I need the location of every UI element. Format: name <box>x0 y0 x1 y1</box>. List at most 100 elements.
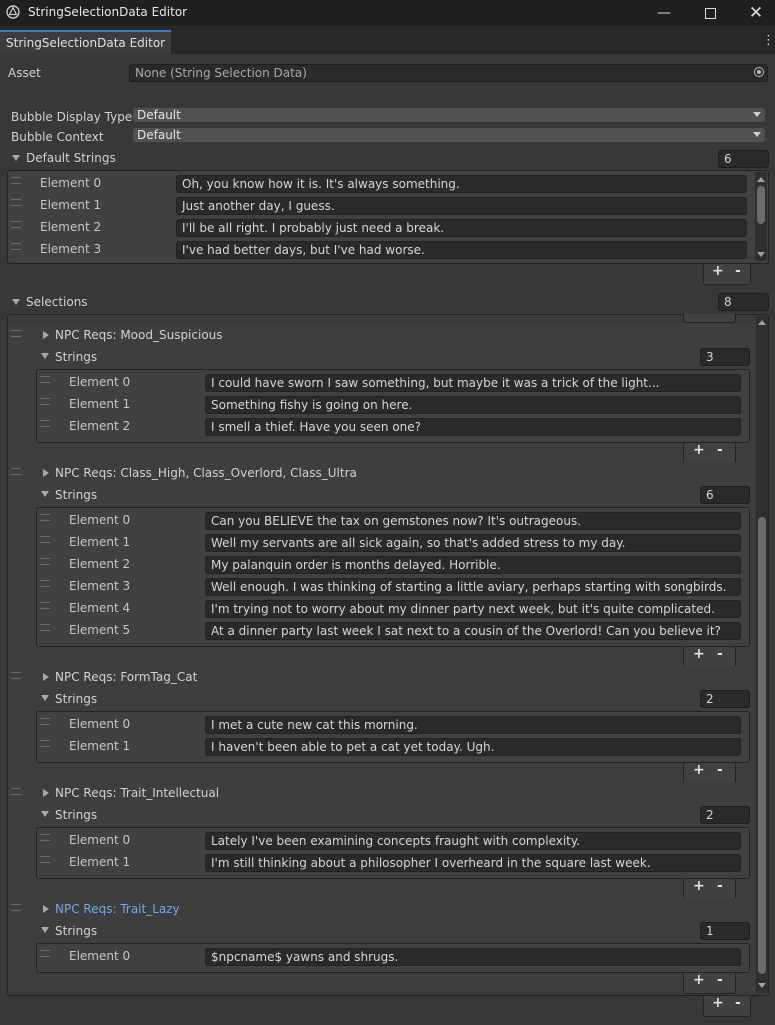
default-strings-label[interactable]: Default Strings <box>26 151 116 165</box>
drag-handle-icon[interactable] <box>11 788 21 795</box>
element-text-field[interactable]: My palanquin order is months delayed. Ho… <box>205 556 741 574</box>
drag-handle-icon[interactable] <box>11 221 21 228</box>
drag-handle-icon[interactable] <box>40 420 50 427</box>
element-text-field[interactable]: I met a cute new cat this morning. <box>205 716 741 734</box>
add-element-button[interactable]: + <box>712 263 724 279</box>
drag-handle-icon[interactable] <box>40 558 50 565</box>
element-text-field[interactable]: Something fishy is going on here. <box>205 396 741 414</box>
foldout-expanded-icon[interactable] <box>41 491 49 497</box>
foldout-collapsed-icon[interactable] <box>43 331 49 339</box>
default-strings-count-field[interactable]: 6 <box>718 150 769 168</box>
element-text-field[interactable]: Can you BELIEVE the tax on gemstones now… <box>205 512 741 530</box>
npc-reqs-foldout[interactable]: NPC Reqs: Trait_Lazy <box>55 902 180 916</box>
strings-label[interactable]: Strings <box>55 808 97 822</box>
npc-reqs-foldout[interactable]: NPC Reqs: Mood_Suspicious <box>55 328 223 342</box>
element-text-field[interactable]: I'm still thinking about a philosopher I… <box>205 854 741 872</box>
default-strings-scroll-thumb[interactable] <box>757 186 765 224</box>
bubble-context-dropdown[interactable]: Default <box>133 128 765 142</box>
drag-handle-icon[interactable] <box>40 398 50 405</box>
foldout-collapsed-icon[interactable] <box>43 905 49 913</box>
drag-handle-icon[interactable] <box>40 580 50 587</box>
scroll-up-icon[interactable] <box>757 177 765 182</box>
element-text-field[interactable]: I'll be all right. I probably just need … <box>176 219 747 237</box>
drag-handle-icon[interactable] <box>11 177 21 184</box>
drag-handle-icon[interactable] <box>11 199 21 206</box>
foldout-expanded-icon[interactable] <box>41 927 49 933</box>
add-selection-button[interactable]: + <box>712 995 724 1011</box>
foldout-collapsed-icon[interactable] <box>43 789 49 797</box>
tab-stringselection-editor[interactable]: StringSelectionData Editor <box>0 30 172 54</box>
add-string-button[interactable]: + <box>693 442 705 458</box>
npc-reqs-foldout[interactable]: NPC Reqs: FormTag_Cat <box>55 670 197 684</box>
drag-handle-icon[interactable] <box>40 740 50 747</box>
remove-string-button[interactable]: - <box>717 762 723 778</box>
selections-label[interactable]: Selections <box>26 295 88 309</box>
drag-handle-icon[interactable] <box>40 514 50 521</box>
selections-scroll-thumb[interactable] <box>758 517 766 974</box>
element-text-field[interactable]: Oh, you know how it is. It's always some… <box>176 175 747 193</box>
foldout-collapsed-icon[interactable] <box>43 469 49 477</box>
foldout-expanded-icon[interactable] <box>12 155 20 161</box>
foldout-expanded-icon[interactable] <box>12 299 20 305</box>
foldout-expanded-icon[interactable] <box>41 353 49 359</box>
add-string-button[interactable]: + <box>693 762 705 778</box>
foldout-collapsed-icon[interactable] <box>43 673 49 681</box>
foldout-expanded-icon[interactable] <box>41 811 49 817</box>
strings-count-field[interactable]: 2 <box>700 806 750 824</box>
element-text-field[interactable]: I've had better days, but I've had worse… <box>176 241 747 259</box>
drag-handle-icon[interactable] <box>40 376 50 383</box>
selections-count-field[interactable]: 8 <box>718 293 769 311</box>
add-string-button[interactable]: + <box>693 972 705 988</box>
drag-handle-icon[interactable] <box>40 536 50 543</box>
foldout-expanded-icon[interactable] <box>41 695 49 701</box>
npc-reqs-foldout[interactable]: NPC Reqs: Class_High, Class_Overlord, Cl… <box>55 466 357 480</box>
drag-handle-icon[interactable] <box>11 330 21 337</box>
add-string-button[interactable]: + <box>693 878 705 894</box>
element-text-field[interactable]: Just another day, I guess. <box>176 197 747 215</box>
drag-handle-icon[interactable] <box>11 243 21 250</box>
drag-handle-icon[interactable] <box>40 950 50 957</box>
drag-handle-icon[interactable] <box>40 834 50 841</box>
scroll-down-icon[interactable] <box>758 983 766 988</box>
strings-label[interactable]: Strings <box>55 924 97 938</box>
asset-object-field[interactable]: None (String Selection Data) <box>129 64 768 82</box>
element-text-field[interactable]: $npcname$ yawns and shrugs. <box>205 948 741 966</box>
strings-label[interactable]: Strings <box>55 692 97 706</box>
close-button[interactable]: ✕ <box>733 0 775 26</box>
remove-element-button[interactable]: - <box>735 263 741 279</box>
element-text-field[interactable]: I'm trying not to worry about my dinner … <box>205 600 741 618</box>
remove-string-button[interactable]: - <box>717 878 723 894</box>
element-text-field[interactable]: Well my servants are all sick again, so … <box>205 534 741 552</box>
drag-handle-icon[interactable] <box>11 904 21 911</box>
more-options-icon[interactable]: ⋮ <box>762 33 775 48</box>
bubble-display-type-dropdown[interactable]: Default <box>133 108 765 122</box>
strings-count-field[interactable]: 1 <box>700 922 750 940</box>
remove-string-button[interactable]: - <box>717 972 723 988</box>
remove-string-button[interactable]: - <box>717 442 723 458</box>
minimize-button[interactable]: — <box>641 0 687 26</box>
remove-string-button[interactable]: - <box>717 646 723 662</box>
element-text-field[interactable]: Well enough. I was thinking of starting … <box>205 578 741 596</box>
scroll-up-icon[interactable] <box>758 320 766 325</box>
drag-handle-icon[interactable] <box>40 718 50 725</box>
strings-count-field[interactable]: 2 <box>700 690 750 708</box>
strings-count-field[interactable]: 6 <box>700 486 750 504</box>
element-text-field[interactable]: Lately I've been examining concepts frau… <box>205 832 741 850</box>
drag-handle-icon[interactable] <box>11 468 21 475</box>
add-string-button[interactable]: + <box>693 646 705 662</box>
drag-handle-icon[interactable] <box>40 624 50 631</box>
drag-handle-icon[interactable] <box>11 672 21 679</box>
npc-reqs-foldout[interactable]: NPC Reqs: Trait_Intellectual <box>55 786 219 800</box>
element-text-field[interactable]: I smell a thief. Have you seen one? <box>205 418 741 436</box>
drag-handle-icon[interactable] <box>40 602 50 609</box>
element-text-field[interactable]: I could have sworn I saw something, but … <box>205 374 741 392</box>
strings-label[interactable]: Strings <box>55 350 97 364</box>
remove-selection-button[interactable]: - <box>735 995 741 1011</box>
scroll-down-icon[interactable] <box>757 252 765 257</box>
strings-label[interactable]: Strings <box>55 488 97 502</box>
object-picker-icon[interactable] <box>754 67 764 77</box>
drag-handle-icon[interactable] <box>40 856 50 863</box>
maximize-button[interactable] <box>687 0 733 26</box>
strings-count-field[interactable]: 3 <box>700 348 750 366</box>
element-text-field[interactable]: I haven't been able to pet a cat yet tod… <box>205 738 741 756</box>
